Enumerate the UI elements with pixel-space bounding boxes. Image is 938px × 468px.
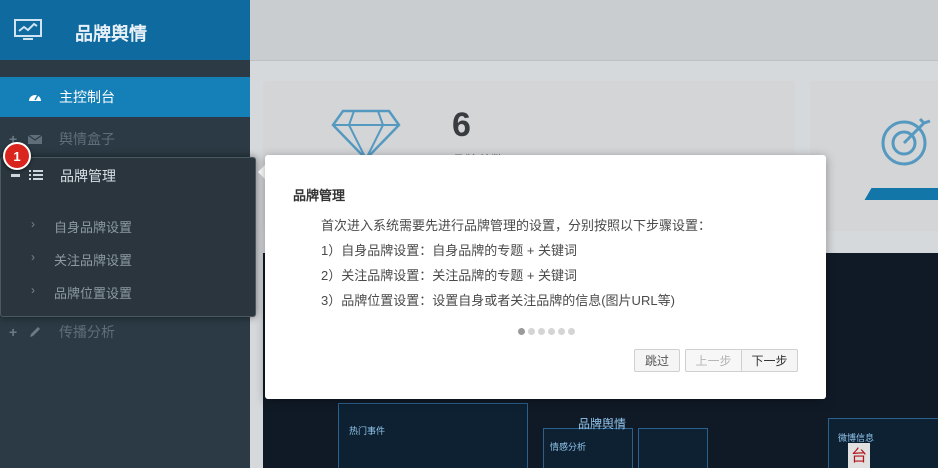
tour-line: 3）品牌位置设置：设置自身或者关注品牌的信息(图片URL等): [321, 293, 675, 308]
progress-dot: [528, 328, 535, 335]
previous-button[interactable]: 上一步: [685, 349, 742, 372]
sidebar-item-label: 品牌管理: [60, 168, 116, 184]
tour-title: 品牌管理: [293, 188, 346, 203]
chevron-right-icon: ›: [31, 250, 35, 264]
sidebar-item-brand-management[interactable]: 品牌管理 › 自身品牌设置 › 关注品牌设置 › 品牌位置设置: [0, 157, 256, 317]
sidebar-item-opinion-box[interactable]: + 舆情盒子: [0, 119, 250, 159]
collapse-icon: [11, 174, 20, 177]
sidebar-subitem-followed-brand[interactable]: › 关注品牌设置: [1, 248, 257, 272]
brand-management-header[interactable]: 品牌管理: [1, 166, 257, 198]
sidebar-item-label: 传播分析: [59, 324, 115, 340]
tour-step-badge: 1: [3, 142, 31, 170]
sidebar-subitem-own-brand[interactable]: › 自身品牌设置: [1, 215, 257, 239]
progress-dot: [538, 328, 545, 335]
progress-dot: [548, 328, 555, 335]
pencil-icon: [30, 327, 40, 337]
sidebar-item-dashboard[interactable]: 主控制台: [0, 77, 250, 117]
expand-icon: +: [9, 324, 18, 340]
tour-popover: 品牌管理 首次进入系统需要先进行品牌管理的设置，分别按照以下步骤设置： 1）自身…: [265, 155, 826, 399]
tour-progress-dots: [518, 328, 575, 335]
sidebar-item-label: 主控制台: [59, 89, 115, 105]
skip-button[interactable]: 跳过: [634, 349, 680, 372]
progress-dot: [568, 328, 575, 335]
sidebar-item-spread-analysis[interactable]: + 传播分析: [0, 312, 250, 352]
logo-bar: 品牌舆情: [0, 0, 250, 60]
dashboard-icon: [29, 94, 41, 101]
monitor-chart-icon: [14, 19, 42, 40]
tour-line: 2）关注品牌设置：关注品牌的专题 + 关键词: [321, 268, 578, 283]
app-title: 品牌舆情: [75, 24, 147, 44]
chevron-right-icon: ›: [31, 217, 35, 231]
list-icon: [29, 170, 43, 180]
tour-line: 首次进入系统需要先进行品牌管理的设置，分别按照以下步骤设置：: [321, 218, 712, 233]
progress-dot: [518, 328, 525, 335]
sidebar-item-label: 舆情盒子: [59, 131, 115, 147]
next-button[interactable]: 下一步: [741, 349, 798, 372]
progress-dot: [558, 328, 565, 335]
chevron-right-icon: ›: [31, 283, 35, 297]
envelope-icon: [28, 134, 42, 144]
sidebar-subitem-brand-location[interactable]: › 品牌位置设置: [1, 281, 257, 305]
tour-line: 1）自身品牌设置：自身品牌的专题 + 关键词: [321, 243, 578, 258]
